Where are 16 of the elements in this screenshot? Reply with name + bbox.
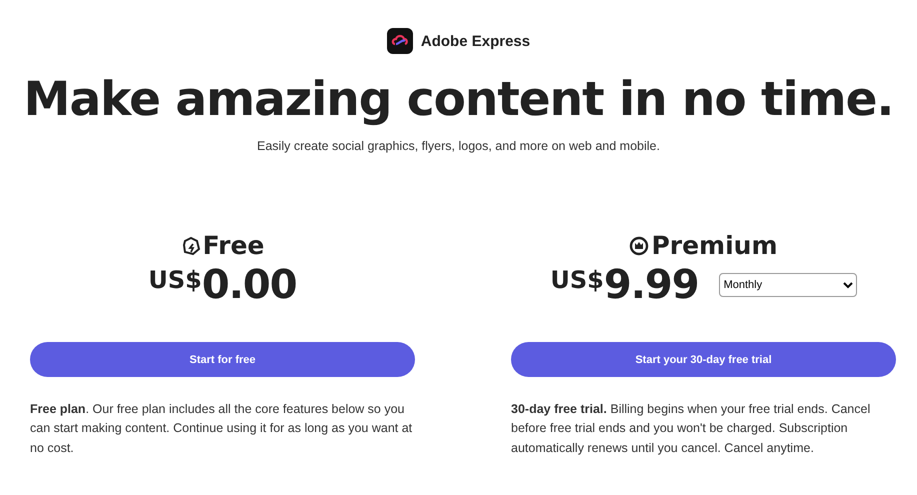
crown-icon (629, 236, 650, 256)
plan-description: Free plan. Our free plan includes all the core features below so you can start making content. Continue using it for as long as you want at no cost. (30, 401, 414, 457)
subtitle: Easily create social graphics, flyers, logos, and more on web and mobile. (257, 139, 660, 153)
plan-description: 30-day free trial. Billing begins when your free trial ends. Cancel before free trial ends and you won't be charged. Subscription automatically renews until you cancel. Cancel anytime. (511, 401, 872, 457)
headline: Make amazing content in no time. (24, 72, 894, 127)
price: 0.00 (202, 262, 297, 308)
logo-icon (386, 28, 413, 54)
brand-name: Adobe Express (420, 32, 530, 50)
start-trial-button[interactable]: Start your 30-day free trial (511, 342, 896, 377)
price: 9.99 (604, 262, 699, 308)
plan-name: Free (202, 231, 264, 260)
start-free-button[interactable]: Start for free (30, 342, 415, 377)
currency: US$ (550, 266, 604, 294)
currency: US$ (148, 266, 202, 294)
billing-dropdown[interactable]: Monthly (718, 273, 857, 297)
plan-name: Premium (651, 231, 778, 260)
